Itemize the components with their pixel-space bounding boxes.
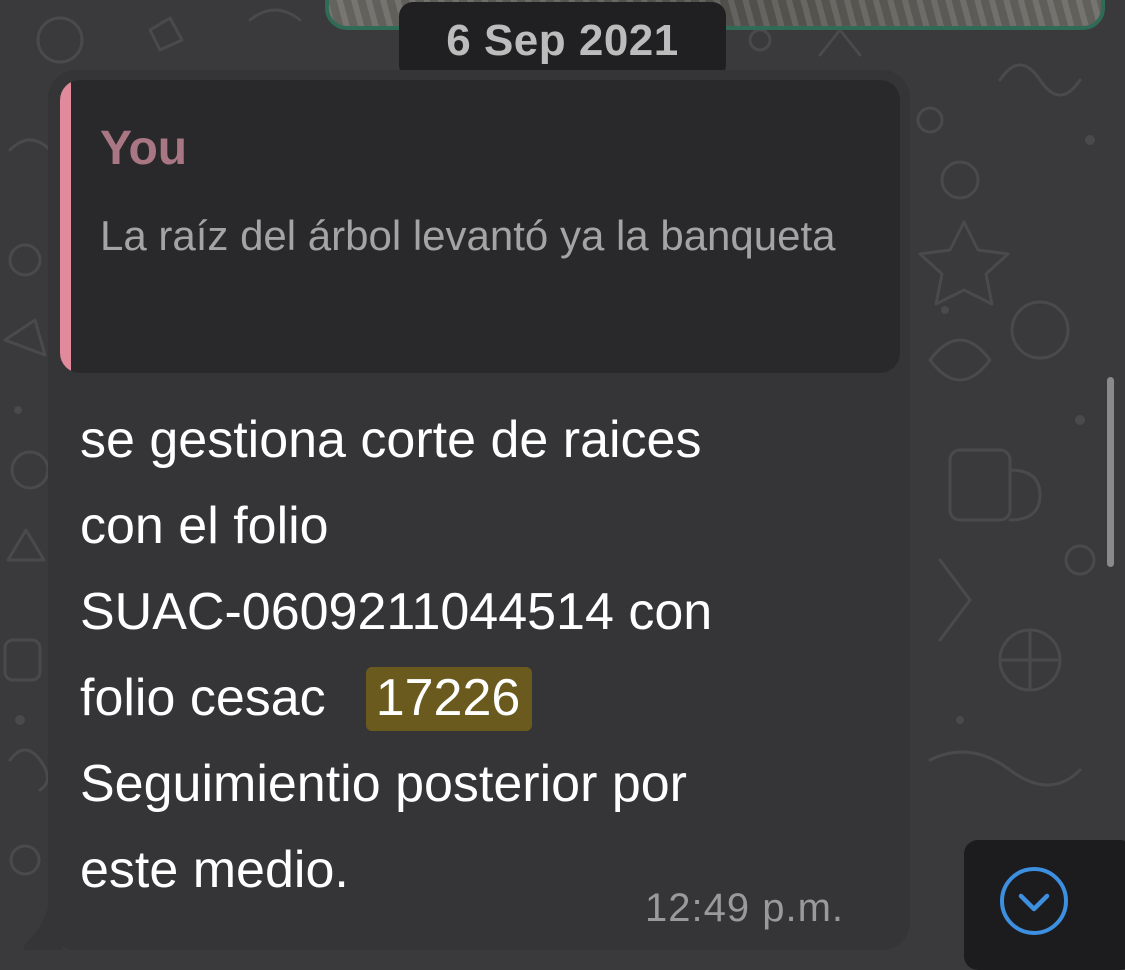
quoted-reply[interactable]: You La raíz del árbol levantó ya la banq…	[60, 80, 900, 373]
message-text: se gestiona corte de raices con el folio…	[80, 397, 880, 913]
message-line-prefix: folio cesac	[80, 669, 326, 727]
message-line: con el folio	[80, 497, 329, 555]
highlighted-number[interactable]: 17226	[365, 667, 533, 731]
message-timestamp: 12:49 p.m.	[645, 886, 845, 930]
message-line: folio cesac 17226	[80, 655, 880, 741]
quote-accent-bar	[60, 80, 71, 373]
message-line: SUAC-0609211044514 con	[80, 583, 713, 641]
message-line: se gestiona corte de raices	[80, 411, 702, 469]
scrollbar[interactable]	[1107, 377, 1114, 567]
scroll-to-bottom-button[interactable]	[964, 840, 1125, 970]
message-line: Seguimientio posterior por	[80, 755, 687, 813]
chevron-down-circle-icon	[1000, 867, 1068, 935]
date-separator: 6 Sep 2021	[399, 2, 726, 79]
quote-text: La raíz del árbol levantó ya la banqueta	[100, 212, 836, 259]
quote-author: You	[100, 122, 188, 175]
